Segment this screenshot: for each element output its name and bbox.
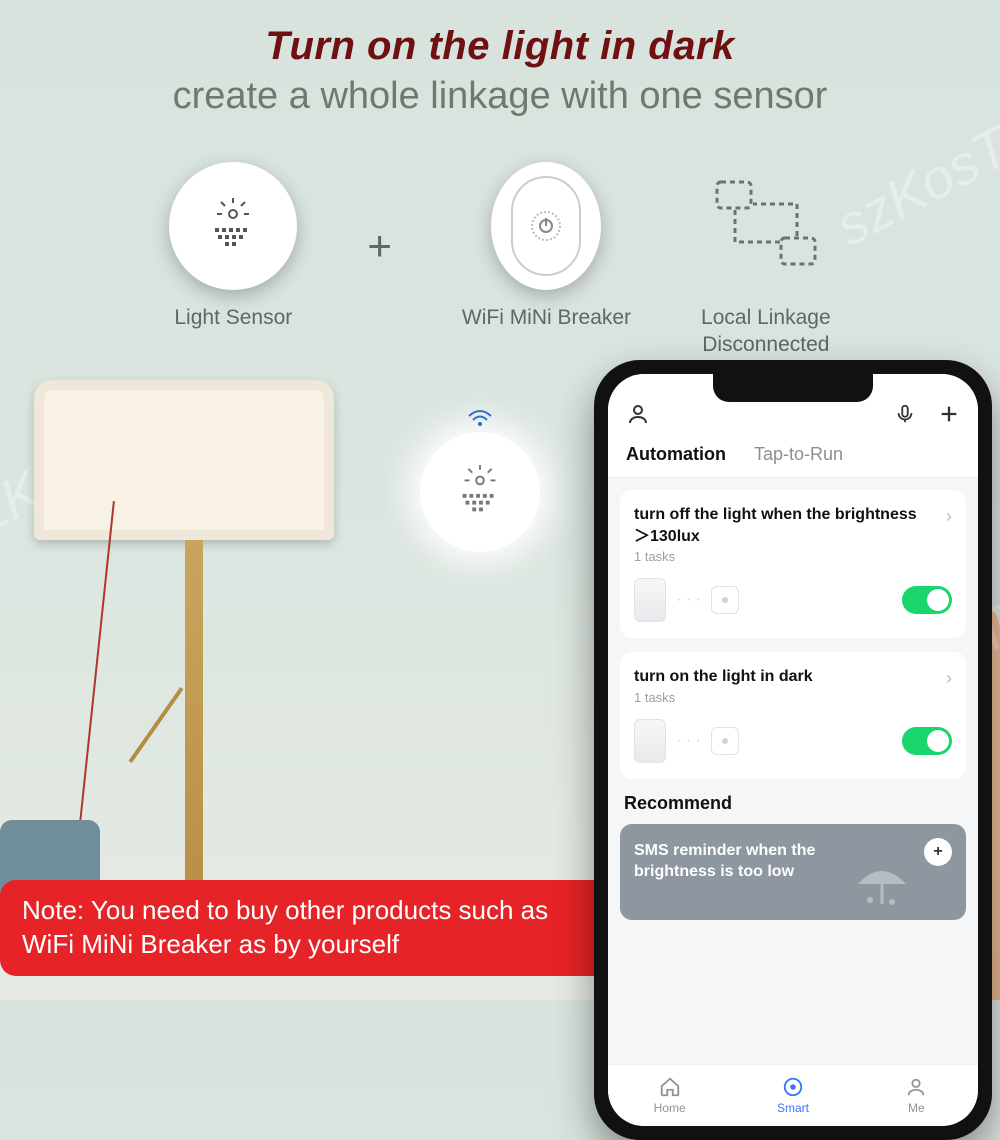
card-flow: · · · [634,578,739,622]
device-breaker: WiFi MiNi Breaker [462,162,631,359]
wifi-icon [467,408,493,428]
device-linkage: Local Linkage Disconnected [701,162,831,359]
headline: Turn on the light in dark [0,24,1000,69]
chevron-right-icon: › [946,506,952,527]
tabs: Automation Tap-to-Run [608,436,978,478]
card-tasks: 1 tasks [634,690,952,705]
note-banner: Note: You need to buy other products suc… [0,880,620,976]
device-label: Local Linkage Disconnected [701,304,831,359]
nav-label: Home [654,1101,686,1115]
sub-headline: create a whole linkage with one sensor [0,75,1000,118]
recommend-title: SMS reminder when the brightness is too … [634,840,864,883]
sensor-thumb-icon [634,719,666,763]
plus-icon: + [367,222,392,270]
linkage-icon [711,176,821,276]
nav-home[interactable]: Home [608,1065,731,1126]
me-icon [905,1076,927,1098]
automation-card[interactable]: turn off the light when the brightness ＞… [620,490,966,638]
home-icon [659,1076,681,1098]
device-label: WiFi MiNi Breaker [462,304,631,331]
card-flow: · · · [634,719,739,763]
automation-card[interactable]: turn on the light in dark 1 tasks › · · … [620,652,966,779]
profile-icon[interactable] [626,402,650,426]
add-icon[interactable] [938,403,960,425]
smart-icon [782,1076,804,1098]
card-title: turn off the light when the brightness ＞… [634,504,924,547]
card-tasks: 1 tasks [634,549,952,564]
nav-label: Me [908,1101,925,1115]
target-thumb-icon [711,727,739,755]
floating-sensor [420,408,540,552]
breaker-icon [491,162,601,290]
nav-label: Smart [777,1101,809,1115]
tab-tap-to-run[interactable]: Tap-to-Run [754,444,843,465]
header: Turn on the light in dark create a whole… [0,0,1000,128]
add-recommend-button[interactable]: + [924,838,952,866]
umbrella-icon [852,862,912,912]
toggle-switch[interactable] [902,586,952,614]
toggle-switch[interactable] [902,727,952,755]
sensor-thumb-icon [634,578,666,622]
nav-me[interactable]: Me [855,1065,978,1126]
light-sensor-icon [169,162,297,290]
device-light-sensor: Light Sensor [169,162,297,359]
phone-mockup: Automation Tap-to-Run turn off the light… [594,360,992,1140]
voice-icon[interactable] [894,403,916,425]
device-label: Light Sensor [174,304,292,331]
card-title: turn on the light in dark [634,666,924,688]
device-row: Light Sensor + WiFi MiNi Breaker Local L… [0,162,1000,359]
bottom-nav: Home Smart Me [608,1064,978,1126]
nav-smart[interactable]: Smart [731,1065,854,1126]
recommend-heading: Recommend [624,793,962,814]
target-thumb-icon [711,586,739,614]
recommend-card[interactable]: SMS reminder when the brightness is too … [620,824,966,920]
phone-notch [713,374,873,402]
chevron-right-icon: › [946,668,952,689]
tab-automation[interactable]: Automation [626,444,726,465]
